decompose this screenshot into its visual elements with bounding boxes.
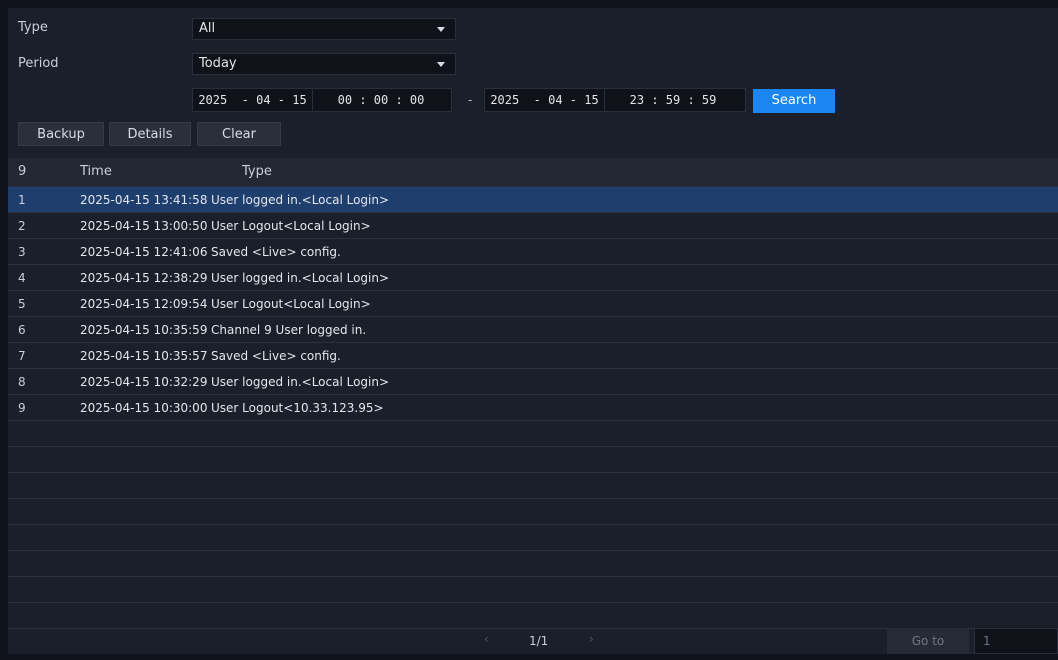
table-row[interactable]: 1 2025-04-15 13:41:58 User logged in.<Loca… — [8, 187, 1058, 213]
end-datetime-field[interactable]: 2025 - 04 - 15 23 : 59 : 59 — [484, 88, 746, 112]
period-select[interactable]: Today — [192, 53, 456, 75]
goto-button[interactable]: Go to — [887, 628, 969, 654]
row-number: 8 — [18, 375, 26, 389]
row-time: 2025-04-15 13:41:58 — [80, 193, 208, 207]
search-button[interactable]: Search — [753, 89, 835, 113]
table-row — [8, 473, 1058, 499]
backup-button[interactable]: Backup — [18, 122, 104, 146]
row-type: Saved <Live> config. — [211, 245, 341, 259]
end-date[interactable]: 2025 - 04 - 15 — [485, 89, 605, 111]
table-row[interactable]: 4 2025-04-15 12:38:29 User logged in.<Loca… — [8, 265, 1058, 291]
table-header: 9 Time Type — [8, 158, 1058, 187]
row-number: 5 — [18, 297, 26, 311]
row-type: User Logout<Local Login> — [211, 297, 371, 311]
table-row[interactable]: 7 2025-04-15 10:35:57 Saved <Live> config. — [8, 343, 1058, 369]
start-date[interactable]: 2025 - 04 - 15 — [193, 89, 313, 111]
table-row — [8, 421, 1058, 447]
row-time: 2025-04-15 10:35:57 — [80, 349, 208, 363]
header-time[interactable]: Time — [80, 164, 112, 179]
row-time: 2025-04-15 13:00:50 — [80, 219, 208, 233]
chevron-down-icon — [437, 27, 445, 32]
row-time: 2025-04-15 10:35:59 — [80, 323, 208, 337]
table-row — [8, 525, 1058, 551]
row-number: 4 — [18, 271, 26, 285]
row-time: 2025-04-15 12:41:06 — [80, 245, 208, 259]
row-time: 2025-04-15 10:32:29 — [80, 375, 208, 389]
page-indicator: 1/1 — [529, 634, 549, 648]
row-number: 7 — [18, 349, 26, 363]
table-row — [8, 577, 1058, 603]
row-type: User logged in.<Local Login> — [211, 193, 390, 207]
table-row[interactable]: 6 2025-04-15 10:35:59 Channel 9 User logge… — [8, 317, 1058, 343]
row-number: 9 — [18, 401, 26, 415]
row-number: 1 — [18, 193, 26, 207]
table-row — [8, 603, 1058, 629]
period-select-value: Today — [199, 56, 237, 71]
type-label: Type — [18, 20, 48, 35]
period-label: Period — [18, 56, 59, 71]
type-select[interactable]: All — [192, 18, 456, 40]
type-select-value: All — [199, 21, 216, 36]
chevron-right-icon[interactable]: › — [589, 632, 594, 658]
log-table: 9 Time Type 1 2025-04-15 13:41:58 User log… — [8, 158, 1058, 629]
table-row — [8, 499, 1058, 525]
clear-button[interactable]: Clear — [197, 122, 281, 146]
table-row — [8, 551, 1058, 577]
row-type: Saved <Live> config. — [211, 349, 341, 363]
table-body: 1 2025-04-15 13:41:58 User logged in.<Loca… — [8, 187, 1058, 629]
row-type: User logged in.<Local Login> — [211, 271, 390, 285]
goto-page-input[interactable]: 1 — [974, 628, 1058, 654]
header-count: 9 — [18, 164, 27, 179]
details-button[interactable]: Details — [109, 122, 191, 146]
table-row[interactable]: 3 2025-04-15 12:41:06 Saved <Live> config. — [8, 239, 1058, 265]
row-time: 2025-04-15 10:30:00 — [80, 401, 208, 415]
row-type: User Logout<Local Login> — [211, 219, 371, 233]
row-time: 2025-04-15 12:38:29 — [80, 271, 208, 285]
table-row[interactable]: 8 2025-04-15 10:32:29 User logged in.<Loca… — [8, 369, 1058, 395]
start-time[interactable]: 00 : 00 : 00 — [313, 89, 449, 111]
row-type: Channel 9 User logged in. — [211, 323, 367, 337]
header-type[interactable]: Type — [242, 164, 272, 179]
start-datetime-field[interactable]: 2025 - 04 - 15 00 : 00 : 00 — [192, 88, 452, 112]
chevron-down-icon — [437, 62, 445, 67]
chevron-left-icon[interactable]: ‹ — [484, 632, 489, 658]
range-separator: - — [468, 93, 473, 107]
row-time: 2025-04-15 12:09:54 — [80, 297, 208, 311]
table-row — [8, 447, 1058, 473]
row-type: User Logout<10.33.123.95> — [211, 401, 384, 415]
end-time[interactable]: 23 : 59 : 59 — [605, 89, 741, 111]
table-row[interactable]: 5 2025-04-15 12:09:54 User Logout<Local Lo… — [8, 291, 1058, 317]
table-row[interactable]: 9 2025-04-15 10:30:00 User Logout<10.33.12… — [8, 395, 1058, 421]
table-row[interactable]: 2 2025-04-15 13:00:50 User Logout<Local Lo… — [8, 213, 1058, 239]
row-number: 2 — [18, 219, 26, 233]
row-number: 3 — [18, 245, 26, 259]
row-number: 6 — [18, 323, 26, 337]
row-type: User logged in.<Local Login> — [211, 375, 390, 389]
